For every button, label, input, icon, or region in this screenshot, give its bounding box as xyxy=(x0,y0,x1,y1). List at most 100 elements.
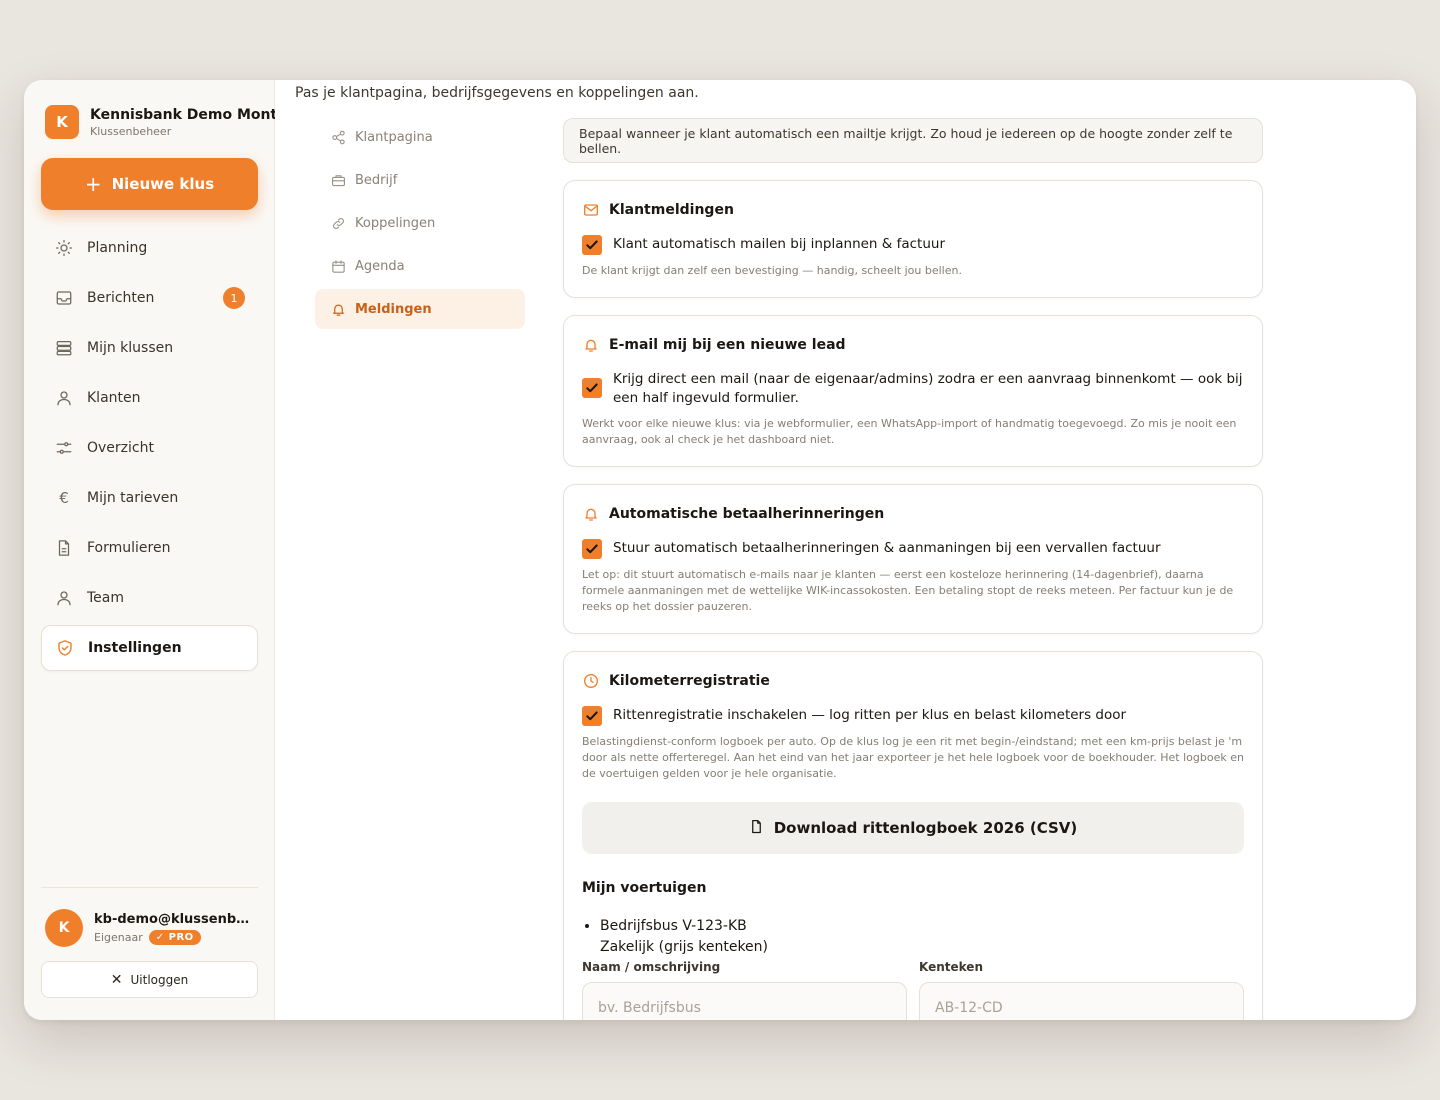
inbox-icon xyxy=(54,288,74,308)
user-profile[interactable]: K kb-demo@klussenbeheer.nl Eigenaar ✓ PR… xyxy=(45,908,258,948)
sidebar-item-label: Overzicht xyxy=(87,440,154,456)
notice-banner: Bepaal wanneer je klant automatisch een … xyxy=(563,118,1263,163)
new-job-button[interactable]: + Nieuwe klus xyxy=(41,158,258,210)
sidebar-item-klanten[interactable]: Klanten xyxy=(41,375,258,421)
brand-subtitle: Klussenbeheer xyxy=(90,124,172,138)
share-icon xyxy=(330,129,346,145)
new-job-label: Nieuwe klus xyxy=(111,175,215,193)
sidebar-item-overzicht[interactable]: Overzicht xyxy=(41,425,258,471)
brand-logo: K xyxy=(45,105,79,139)
bell-icon xyxy=(330,301,346,317)
document-icon xyxy=(54,538,74,558)
card-betaalherinneringen: Automatische betaalherinneringen Stuur a… xyxy=(563,484,1263,634)
sidebar-item-mijn-tarieven[interactable]: € Mijn tarieven xyxy=(41,475,258,521)
brand-name: Kennisbank Demo Montage xyxy=(90,106,275,123)
field-naam: Naam / omschrijving xyxy=(582,960,907,1020)
sidebar-divider xyxy=(41,887,258,888)
card-title-text: E-mail mij bij een nieuwe lead xyxy=(609,337,846,353)
sidebar-item-label: Planning xyxy=(87,240,148,256)
sun-icon xyxy=(54,238,74,258)
user-icon xyxy=(54,388,74,408)
unread-badge: 1 xyxy=(223,287,245,309)
download-logbook-button[interactable]: Download rittenlogboek 2026 (CSV) xyxy=(582,802,1244,854)
checkbox-label: Stuur automatisch betaalherinneringen & … xyxy=(613,540,1161,556)
checkbox-label: Klant automatisch mailen bij inplannen &… xyxy=(613,236,945,252)
bell-icon xyxy=(582,505,600,523)
checkbox-betaalherinneringen[interactable] xyxy=(582,539,602,559)
checkbox-lead-mail[interactable] xyxy=(582,378,602,398)
help-text: Werkt voor elke nieuwe klus: via je webf… xyxy=(582,417,1237,446)
card-title: Klantmeldingen xyxy=(582,201,1244,219)
checkbox-klant-mailen[interactable] xyxy=(582,235,602,255)
help-text: De klant krijgt dan zelf een bevestiging… xyxy=(582,264,962,277)
vehicle-name: Bedrijfsbus V-123-KB xyxy=(600,918,747,934)
download-label: Download rittenlogboek 2026 (CSV) xyxy=(773,819,1078,837)
vehicle-type: Zakelijk (grijs kenteken) xyxy=(600,939,768,955)
page-intro: Pas je klantpagina, bedrijfsgegevens en … xyxy=(295,85,699,101)
user-email: kb-demo@klussenbeheer.nl xyxy=(94,911,256,927)
card-title-text: Klantmeldingen xyxy=(609,202,734,218)
sidebar-nav: Planning Berichten 1 Mijn klussen Klante… xyxy=(41,225,258,675)
sidebar-item-instellingen[interactable]: Instellingen xyxy=(41,625,258,671)
add-vehicle-form: Naam / omschrijving Kenteken xyxy=(582,960,1244,1020)
euro-icon: € xyxy=(59,489,69,507)
sidebar-item-label: Mijn tarieven xyxy=(87,490,179,506)
logout-button[interactable]: ✕ Uitloggen xyxy=(41,961,258,998)
tab-agenda[interactable]: Agenda xyxy=(315,246,525,286)
card-kilometerregistratie: Kilometerregistratie Rittenregistratie i… xyxy=(563,651,1263,1020)
sidebar-item-team[interactable]: Team xyxy=(41,575,258,621)
card-nieuwe-lead: E-mail mij bij een nieuwe lead Krijg dir… xyxy=(563,315,1263,467)
tab-label: Koppelingen xyxy=(355,215,436,231)
tab-label: Klantpagina xyxy=(355,129,433,145)
link-icon xyxy=(330,215,346,231)
sidebar-item-label: Berichten xyxy=(87,290,155,306)
clock-icon xyxy=(582,672,600,690)
tab-koppelingen[interactable]: Koppelingen xyxy=(315,203,525,243)
mail-icon xyxy=(582,201,600,219)
card-title-text: Automatische betaalherinneringen xyxy=(609,506,885,522)
sidebar-item-label: Klanten xyxy=(87,390,141,406)
list-item: Bedrijfsbus V-123-KB Zakelijk (grijs ken… xyxy=(600,916,1244,958)
user-info: kb-demo@klussenbeheer.nl Eigenaar ✓ PRO xyxy=(94,912,256,945)
sidebar-item-label: Instellingen xyxy=(88,640,182,656)
card-title: Kilometerregistratie xyxy=(582,672,1244,690)
tab-label: Bedrijf xyxy=(355,172,398,188)
sidebar: K Kennisbank Demo Montage Klussenbeheer … xyxy=(24,80,275,1020)
field-label: Kenteken xyxy=(919,960,983,974)
calendar-icon xyxy=(330,258,346,274)
logout-label: Uitloggen xyxy=(130,972,189,987)
close-icon: ✕ xyxy=(110,971,123,988)
briefcase-icon xyxy=(330,172,346,188)
user-role: Eigenaar xyxy=(94,930,143,944)
sidebar-item-berichten[interactable]: Berichten 1 xyxy=(41,275,258,321)
plan-badge: ✓ PRO xyxy=(148,929,201,945)
checkbox-rittenregistratie[interactable] xyxy=(582,706,602,726)
tab-klantpagina[interactable]: Klantpagina xyxy=(315,117,525,157)
tab-bedrijf[interactable]: Bedrijf xyxy=(315,160,525,200)
sidebar-item-label: Team xyxy=(87,590,125,606)
sidebar-item-planning[interactable]: Planning xyxy=(41,225,258,271)
sidebar-item-mijn-klussen[interactable]: Mijn klussen xyxy=(41,325,258,371)
file-icon xyxy=(749,819,764,838)
sidebar-item-label: Formulieren xyxy=(87,540,171,556)
vehicle-name-input[interactable] xyxy=(582,982,907,1020)
tab-label: Meldingen xyxy=(355,301,432,317)
field-label: Naam / omschrijving xyxy=(582,960,721,974)
checkbox-label: Rittenregistratie inschakelen — log ritt… xyxy=(613,707,1127,723)
brand-text: Kennisbank Demo Montage Klussenbeheer xyxy=(90,107,275,138)
user-role-row: Eigenaar ✓ PRO xyxy=(94,929,256,945)
plan-label: PRO xyxy=(168,931,194,943)
tab-label: Agenda xyxy=(355,258,405,274)
sidebar-item-formulieren[interactable]: Formulieren xyxy=(41,525,258,571)
checkbox-label: Krijg direct een mail (naar de eigenaar/… xyxy=(613,371,1243,406)
checkbox-row: Krijg direct een mail (naar de eigenaar/… xyxy=(582,370,1244,408)
brand[interactable]: K Kennisbank Demo Montage Klussenbeheer xyxy=(45,104,275,140)
license-plate-input[interactable] xyxy=(919,982,1244,1020)
avatar: K xyxy=(45,909,83,947)
stack-icon xyxy=(54,338,74,358)
card-title: Automatische betaalherinneringen xyxy=(582,505,1244,523)
card-title-text: Kilometerregistratie xyxy=(609,673,770,689)
tab-meldingen[interactable]: Meldingen xyxy=(315,289,525,329)
card-title: E-mail mij bij een nieuwe lead xyxy=(582,336,1244,354)
help-text: Belastingdienst-conform logboek per auto… xyxy=(582,735,1244,780)
